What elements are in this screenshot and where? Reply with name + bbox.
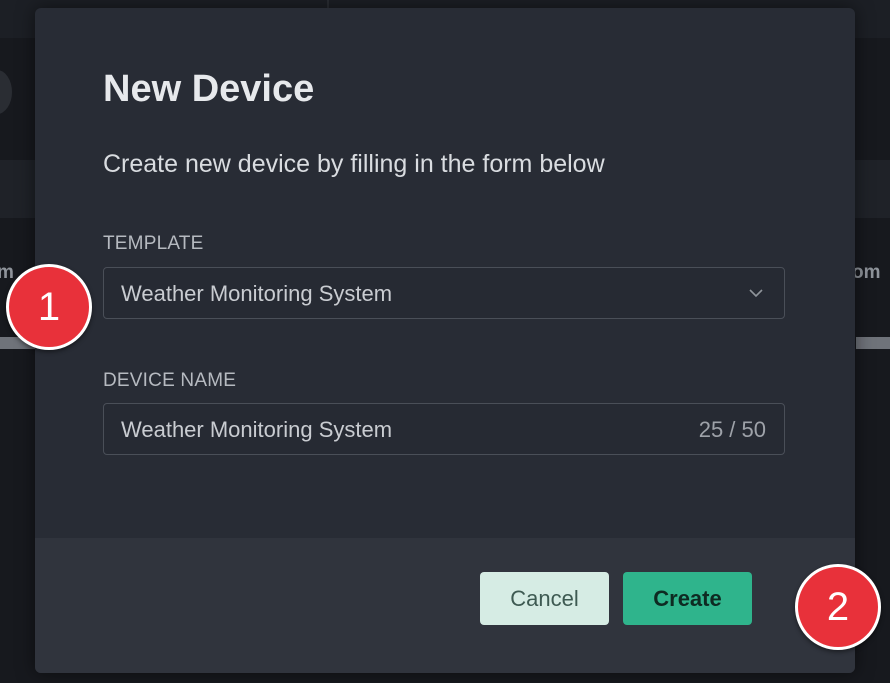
background-text-left: m <box>0 262 14 283</box>
background-progress-right <box>856 337 890 349</box>
device-name-value: Weather Monitoring System <box>121 417 393 442</box>
template-label: TEMPLATE <box>103 233 204 254</box>
template-selected-value: Weather Monitoring System <box>121 281 393 306</box>
device-name-label: DEVICE NAME <box>103 370 237 391</box>
template-select[interactable]: Weather Monitoring System <box>103 267 785 319</box>
chevron-down-icon[interactable] <box>748 285 764 301</box>
background-text-right: om <box>852 262 881 283</box>
device-name-input[interactable]: Weather Monitoring System 25 / 50 <box>103 403 785 455</box>
dialog-subtitle: Create new device by filling in the form… <box>103 150 605 178</box>
step-1-badge: 1 <box>6 264 92 350</box>
dialog-title: New Device <box>103 68 315 110</box>
create-button[interactable]: Create <box>623 572 752 625</box>
background-avatar <box>0 70 12 114</box>
character-counter: 25 / 50 <box>698 417 766 442</box>
cancel-button[interactable]: Cancel <box>480 572 609 625</box>
step-2-badge: 2 <box>795 564 881 650</box>
